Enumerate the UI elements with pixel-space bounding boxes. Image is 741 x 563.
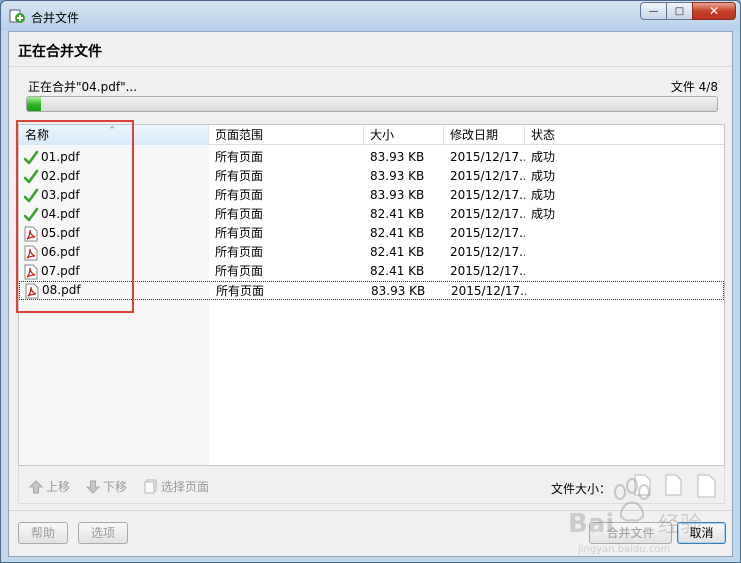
modified-date-cell: 2015/12/17... [450, 188, 525, 202]
progress-bar [26, 96, 718, 112]
help-button[interactable]: 帮助 [18, 522, 68, 544]
column-header-size[interactable]: 大小 [364, 125, 444, 145]
modified-date-cell: 2015/12/17... [450, 150, 525, 164]
arrow-down-icon [86, 480, 100, 494]
move-up-button[interactable]: 上移 [29, 478, 70, 495]
minimize-button[interactable]: — [640, 2, 667, 20]
list-toolbar: 上移 下移 选择页面 文件大小： [18, 466, 725, 504]
modified-date-cell: 2015/12/17... [450, 207, 525, 221]
file-size-cell: 82.41 KB [370, 245, 425, 259]
file-size-cell: 83.93 KB [370, 188, 425, 202]
progress-fill [27, 97, 41, 111]
medium-file-size-icon[interactable] [664, 474, 682, 496]
select-pages-button[interactable]: 选择页面 [144, 478, 209, 495]
page-range-cell: 所有页面 [215, 150, 264, 164]
merge-files-button[interactable]: 合并文件 [589, 522, 672, 544]
arrow-up-icon [29, 479, 43, 493]
progress-label: 正在合并"04.pdf"... [28, 80, 138, 94]
move-up-label: 上移 [46, 480, 71, 494]
select-pages-label: 选择页面 [161, 480, 210, 494]
merge-app-icon [9, 9, 25, 23]
file-size-cell: 83.93 KB [371, 284, 426, 298]
status-cell [525, 243, 645, 262]
status-cell: 成功 [531, 150, 556, 164]
progress-count: 文件 4/8 [670, 80, 718, 94]
page-range-cell: 所有页面 [215, 226, 264, 240]
page-range-cell: 所有页面 [215, 264, 264, 278]
status-cell [525, 224, 645, 243]
pages-icon [144, 479, 157, 494]
file-size-cell: 82.41 KB [370, 226, 425, 240]
window-title: 合并文件 [31, 11, 80, 25]
page-range-cell: 所有页面 [215, 207, 264, 221]
cancel-button[interactable]: 取消 [677, 522, 726, 544]
page-range-cell: 所有页面 [215, 188, 264, 202]
file-size-cell: 82.41 KB [370, 264, 425, 278]
status-cell [525, 262, 645, 281]
page-range-cell: 所有页面 [215, 169, 264, 183]
file-size-cell: 83.93 KB [370, 169, 425, 183]
name-column-highlight [16, 120, 134, 313]
modified-date-cell: 2015/12/17... [451, 284, 526, 298]
move-down-button[interactable]: 下移 [86, 478, 127, 495]
large-file-size-icon[interactable] [696, 474, 716, 498]
modified-date-cell: 2015/12/17... [450, 264, 525, 278]
dialog-heading: 正在合并文件 [18, 44, 102, 60]
modified-date-cell: 2015/12/17... [450, 245, 525, 259]
small-file-size-icon[interactable] [633, 474, 651, 496]
status-cell: 成功 [531, 188, 556, 202]
close-button[interactable]: ✕ [692, 2, 736, 20]
status-cell: 成功 [531, 207, 556, 221]
file-size-cell: 83.93 KB [370, 150, 425, 164]
move-down-label: 下移 [103, 480, 128, 494]
status-cell [526, 282, 646, 299]
page-range-cell: 所有页面 [215, 245, 264, 259]
column-header-date[interactable]: 修改日期 [444, 125, 525, 145]
modified-date-cell: 2015/12/17... [450, 226, 525, 240]
file-size-label: 文件大小： [551, 482, 612, 496]
status-cell: 成功 [531, 169, 556, 183]
modified-date-cell: 2015/12/17... [450, 169, 525, 183]
title-bar[interactable]: 合并文件 — □ ✕ [1, 1, 740, 31]
options-button[interactable]: 选项 [78, 522, 128, 544]
page-range-cell: 所有页面 [216, 284, 265, 298]
window-controls: — □ ✕ [640, 2, 736, 20]
file-size-cell: 82.41 KB [370, 207, 425, 221]
footer-divider [9, 510, 732, 511]
maximize-button[interactable]: □ [666, 2, 693, 20]
column-header-range[interactable]: 页面范围 [209, 125, 364, 145]
column-header-state[interactable]: 状态 [525, 125, 724, 145]
heading-divider [9, 66, 732, 67]
